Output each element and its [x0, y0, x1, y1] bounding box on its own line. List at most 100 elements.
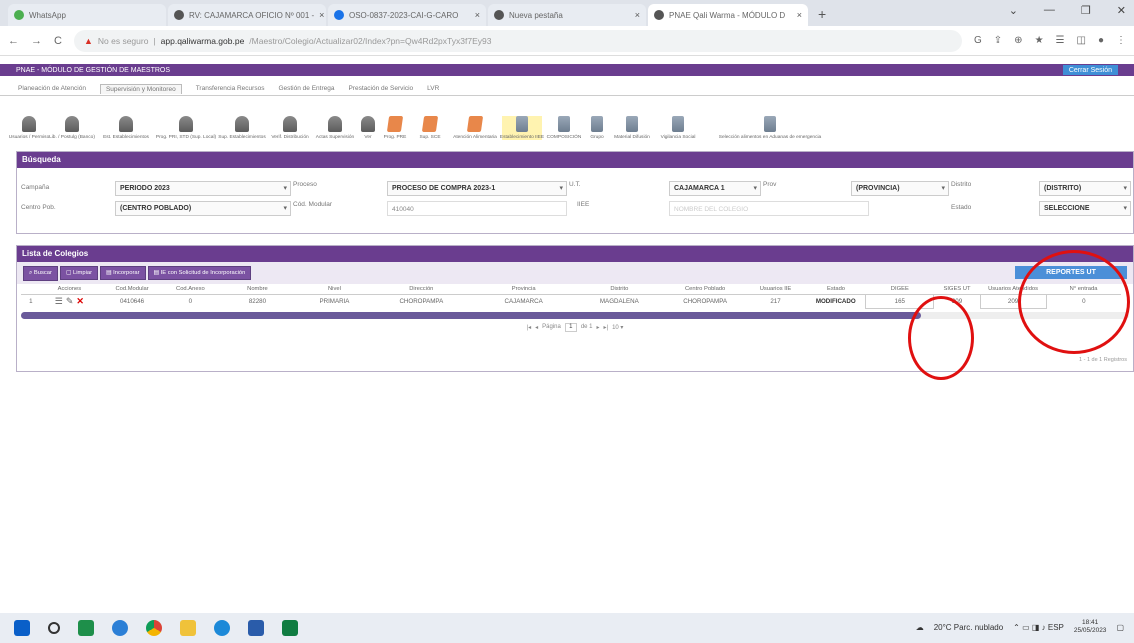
- col-header[interactable]: Provincia: [474, 284, 574, 295]
- reload-button[interactable]: C: [54, 35, 62, 47]
- maximize-button[interactable]: ❐: [1081, 4, 1091, 17]
- close-icon[interactable]: ×: [319, 10, 324, 20]
- ie-solicitud-button[interactable]: ▤ IE con Solicitud de Incorporación: [147, 266, 252, 280]
- close-window-button[interactable]: ✕: [1117, 4, 1126, 17]
- profile-icon[interactable]: ●: [1098, 35, 1104, 46]
- cod-modular-input[interactable]: 410040: [387, 201, 567, 216]
- google-icon[interactable]: G: [974, 35, 982, 46]
- folder-icon[interactable]: [180, 620, 196, 636]
- browser-tab[interactable]: Nueva pestaña ×: [488, 4, 646, 26]
- col-header[interactable]: Dirección: [368, 284, 475, 295]
- col-header[interactable]: Cod.Anexo: [166, 284, 215, 295]
- col-header[interactable]: Nivel: [300, 284, 369, 295]
- edge-icon[interactable]: [214, 620, 230, 636]
- proceso-select[interactable]: PROCESO DE COMPRA 2023-1 ▾: [387, 181, 567, 196]
- browser-tab[interactable]: OSO-0837-2023-CAI-G-CARO ×: [328, 4, 486, 26]
- menu-item[interactable]: LVR: [427, 85, 439, 92]
- menu-item-active[interactable]: Supervisión y Monitoreo: [99, 83, 182, 94]
- incorporar-button[interactable]: ▤ Incorporar: [100, 266, 146, 280]
- menu-item[interactable]: Gestión de Entrega: [278, 85, 334, 92]
- menu-item[interactable]: Transferencia Recursos: [196, 85, 265, 92]
- minimize-button[interactable]: —: [1044, 4, 1055, 17]
- col-header[interactable]: Estado: [806, 284, 866, 295]
- app-icon[interactable]: [78, 620, 94, 636]
- col-header[interactable]: Acciones: [40, 284, 98, 295]
- menu-item[interactable]: Prestación de Servicio: [348, 85, 413, 92]
- prev-page-button[interactable]: ◂: [535, 324, 538, 331]
- module-icon-button[interactable]: COMPOSICIÓN: [542, 116, 586, 140]
- scrollbar-thumb[interactable]: [21, 311, 921, 319]
- col-header[interactable]: DIGEE: [865, 284, 934, 295]
- notifications-icon[interactable]: ▢: [1116, 623, 1124, 632]
- url-field[interactable]: ▲ No es seguro | app.qaliwarma.gob.pe/Ma…: [73, 29, 962, 52]
- col-header[interactable]: Distrito: [573, 284, 666, 295]
- module-icon-button[interactable]: Grupo: [586, 116, 608, 140]
- chevron-down-icon: ▾: [283, 185, 287, 192]
- menu-icon[interactable]: ⋮: [1116, 35, 1126, 46]
- module-icon-button[interactable]: Verif. Distribución: [268, 116, 312, 140]
- sidebar-icon[interactable]: ◫: [1077, 35, 1086, 46]
- col-header[interactable]: Cod.Modular: [97, 284, 167, 295]
- last-page-button[interactable]: ▸|: [604, 324, 609, 331]
- centro-poblado-select[interactable]: (CENTRO POBLADO) ▾: [115, 201, 291, 216]
- word-icon[interactable]: [248, 620, 264, 636]
- module-icon-button[interactable]: Ver: [358, 116, 378, 140]
- ut-select[interactable]: CAJAMARCA 1 ▾: [669, 181, 761, 196]
- close-icon[interactable]: ×: [635, 10, 640, 20]
- back-button[interactable]: ←: [8, 35, 19, 47]
- tray-icons[interactable]: ⌃ ▭ ◨ ♪ ESP: [1013, 623, 1064, 632]
- clock[interactable]: 18:41 25/05/2023: [1074, 619, 1107, 635]
- estado-select[interactable]: SELECCIONE ▾: [1039, 201, 1131, 216]
- excel-icon[interactable]: [282, 620, 298, 636]
- col-header[interactable]: Centro Poblado: [665, 284, 745, 295]
- close-icon[interactable]: ×: [475, 10, 480, 20]
- browser-tab-active[interactable]: PNAE Qali Warma - MÓDULO D ×: [648, 4, 808, 26]
- iiee-input[interactable]: NOMBRE DEL COLEGIO: [669, 201, 869, 216]
- distrito-select[interactable]: (DISTRITO) ▾: [1039, 181, 1131, 196]
- logout-button[interactable]: Cerrar Sesión: [1062, 65, 1118, 75]
- next-page-button[interactable]: ▸: [597, 324, 600, 331]
- zoom-icon[interactable]: ⊕: [1014, 35, 1022, 46]
- new-tab-button[interactable]: +: [810, 6, 834, 26]
- chevron-down-icon[interactable]: ⌄: [1009, 4, 1018, 17]
- view-icon[interactable]: ☰: [55, 296, 63, 307]
- module-icon-button[interactable]: Material Difusión: [608, 116, 656, 140]
- col-header[interactable]: Usuarios IIE: [744, 284, 807, 295]
- page-size-select[interactable]: 10 ▾: [612, 324, 623, 331]
- module-icon-button[interactable]: Est. Establecimientos: [96, 116, 156, 140]
- periodo-select[interactable]: PERIODO 2023 ▾: [115, 181, 291, 196]
- buscar-button[interactable]: ⌕ Buscar: [23, 265, 58, 281]
- edit-icon[interactable]: ✎: [66, 296, 74, 307]
- forward-button[interactable]: →: [31, 35, 42, 47]
- extensions-icon[interactable]: ☰: [1056, 35, 1065, 46]
- bookmark-star-icon[interactable]: ★: [1035, 35, 1044, 46]
- limpiar-button[interactable]: ▢ Limpiar: [59, 266, 99, 280]
- module-icon-button[interactable]: Usuarios / Permiso: [9, 116, 49, 140]
- weather-text[interactable]: 20°C Parc. nublado: [934, 623, 1003, 632]
- col-header[interactable]: SIGES UT: [933, 284, 981, 295]
- module-icon-button[interactable]: Prog. PRE: [378, 116, 412, 140]
- module-icon-button[interactable]: Vigilancia Social: [656, 116, 700, 140]
- col-header[interactable]: Nombre: [214, 284, 301, 295]
- module-icon-button[interactable]: Atención Alimentaria: [448, 116, 502, 140]
- first-page-button[interactable]: |◂: [527, 324, 532, 331]
- module-icon-button[interactable]: Prog. PRI, STD (Sup. Local): [156, 116, 216, 140]
- module-icon-button[interactable]: Actas Supervisión: [312, 116, 358, 140]
- share-icon[interactable]: ⇪: [994, 35, 1002, 46]
- module-icon-button[interactable]: Establecimiento IIEE: [500, 116, 544, 140]
- browser-tab[interactable]: RV: CAJAMARCA OFICIO Nº 001 - ×: [168, 4, 326, 26]
- module-icon-button[interactable]: Selección alimentos en Aduanas de emerge…: [700, 116, 840, 140]
- chrome-icon[interactable]: [146, 620, 162, 636]
- module-icon-button[interactable]: Lib. / Postulg (Banco): [48, 116, 96, 140]
- delete-icon[interactable]: ✕: [76, 296, 84, 307]
- module-icon-button[interactable]: Sup. SCE: [412, 116, 448, 140]
- close-icon[interactable]: ×: [797, 10, 802, 20]
- windows-start-icon[interactable]: [14, 620, 30, 636]
- provincia-select[interactable]: (PROVINCIA) ▾: [851, 181, 949, 196]
- module-icon-button[interactable]: Sup. Establecimientos: [216, 116, 268, 140]
- search-icon[interactable]: [48, 622, 60, 634]
- page-input[interactable]: 1: [564, 322, 577, 332]
- browser-tab[interactable]: WhatsApp: [8, 4, 166, 26]
- app-icon[interactable]: [112, 620, 128, 636]
- menu-item[interactable]: Planeación de Atención: [18, 85, 86, 92]
